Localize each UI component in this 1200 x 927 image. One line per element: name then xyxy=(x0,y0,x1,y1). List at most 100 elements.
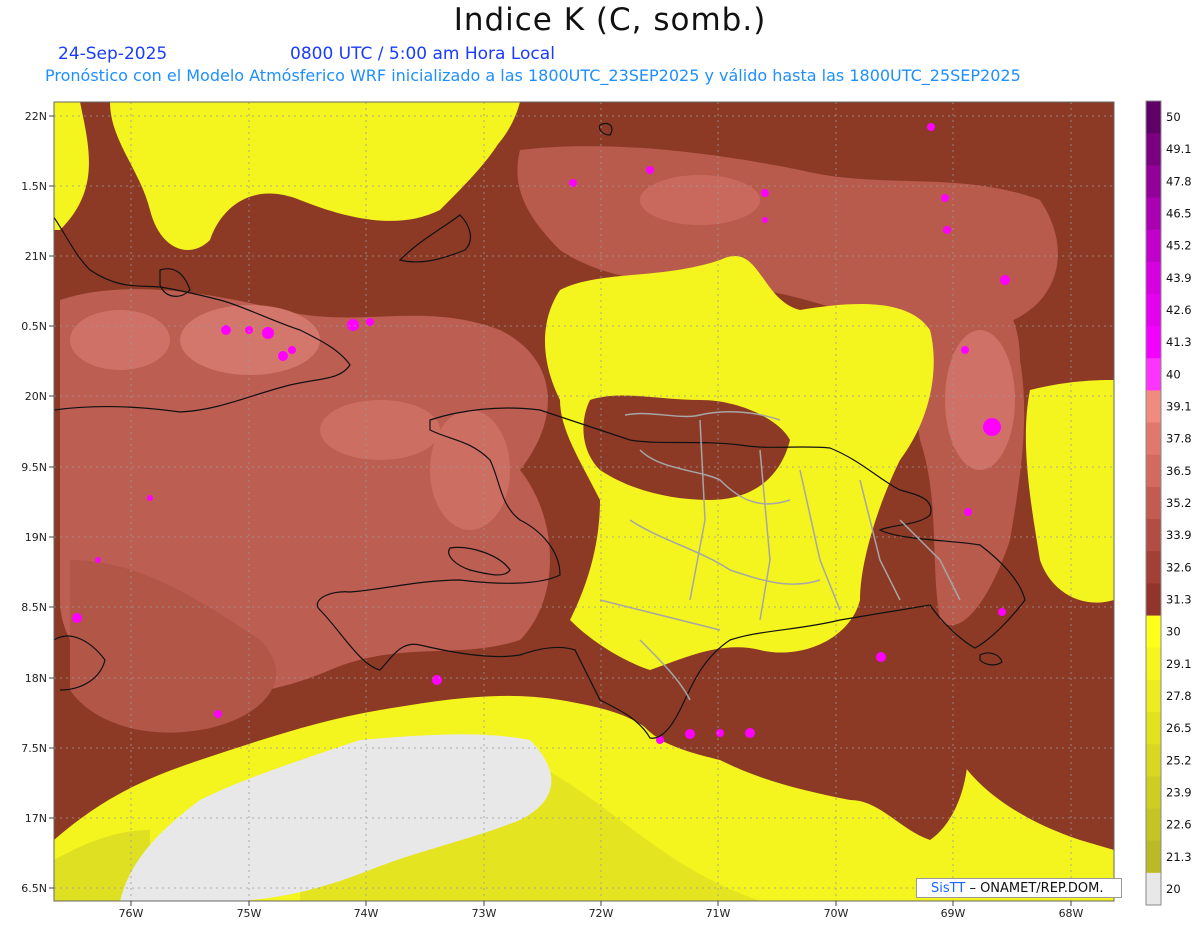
longitude-label: 72W xyxy=(589,907,614,920)
colorbar-swatch xyxy=(1146,519,1161,552)
colorbar-swatch xyxy=(1146,326,1161,359)
colorbar-label: 41.3 xyxy=(1166,335,1192,349)
high-k-cell xyxy=(745,728,755,738)
colorbar-swatch xyxy=(1146,197,1161,231)
colorbar-swatch xyxy=(1146,551,1161,584)
high-k-cell xyxy=(432,675,442,685)
high-k-cell xyxy=(347,319,359,331)
colorbar-swatch xyxy=(1146,229,1161,263)
colorbar-swatch xyxy=(1146,615,1161,649)
high-k-cell xyxy=(983,418,1001,436)
colorbar-label: 37.8 xyxy=(1166,432,1192,446)
colorbar-label: 49.1 xyxy=(1166,142,1192,156)
colorbar-label: 39.1 xyxy=(1166,400,1192,414)
colorbar-swatch xyxy=(1146,679,1161,713)
latitude-label: 17N xyxy=(25,812,47,825)
colorbar-label: 21.3 xyxy=(1166,850,1192,864)
high-k-cell xyxy=(927,123,935,131)
longitude-labels: 76W 75W 74W 73W 72W 71W 70W 69W 68W xyxy=(119,901,1084,920)
high-k-cell xyxy=(761,189,769,197)
colorbar: 50 49.1 47.8 46.5 45.2 43.9 42.6 41.3 40 39.1 37.8… xyxy=(1145,100,1192,906)
colorbar-swatch xyxy=(1146,261,1161,295)
colorbar-label: 22.6 xyxy=(1166,818,1192,832)
longitude-label: 68W xyxy=(1059,907,1084,920)
longitude-label: 75W xyxy=(237,907,262,920)
colorbar-swatch xyxy=(1146,133,1161,166)
colorbar-label: 29.1 xyxy=(1166,657,1192,671)
colorbar-swatch xyxy=(1146,872,1161,906)
pink-patch xyxy=(320,400,440,460)
pink-patch xyxy=(180,305,320,375)
map-field xyxy=(54,102,1114,901)
high-k-cell xyxy=(961,346,969,354)
colorbar-label: 20 xyxy=(1166,882,1181,896)
high-k-cell xyxy=(262,327,274,339)
high-k-cell xyxy=(964,508,972,516)
colorbar-label: 31.3 xyxy=(1166,592,1192,606)
high-k-cell xyxy=(288,346,296,354)
colorbar-label: 33.9 xyxy=(1166,528,1192,542)
colorbar-swatch xyxy=(1146,101,1161,134)
colorbar-swatch xyxy=(1146,486,1161,520)
high-k-cell xyxy=(876,652,886,662)
latitude-label: 6.5N xyxy=(21,882,47,895)
high-k-cell xyxy=(214,710,222,718)
high-k-cell xyxy=(762,217,768,223)
latitude-label: 9.5N xyxy=(21,461,47,474)
latitude-label: 18N xyxy=(25,672,47,685)
high-k-cell xyxy=(147,495,153,501)
credit-brand: SisTT xyxy=(931,881,966,896)
colorbar-swatch xyxy=(1146,422,1161,456)
pink-patch xyxy=(640,175,760,225)
high-k-cell xyxy=(72,613,82,623)
pink-patch xyxy=(70,310,170,370)
latitude-label: 21N xyxy=(25,250,47,263)
colorbar-swatch xyxy=(1146,358,1161,391)
colorbar-label: 40 xyxy=(1166,367,1181,381)
colorbar-label: 30 xyxy=(1166,625,1181,639)
colorbar-swatch xyxy=(1146,808,1161,842)
colorbar-swatch xyxy=(1146,165,1161,198)
credit-text: – ONAMET/REP.DOM. xyxy=(969,881,1104,896)
high-k-cell xyxy=(943,226,951,234)
credit-box: SisTT – ONAMET/REP.DOM. xyxy=(916,878,1122,898)
latitude-label: 0.5N xyxy=(21,320,47,333)
latitude-label: 19N xyxy=(25,531,47,544)
high-k-cell xyxy=(221,325,231,335)
colorbar-swatch xyxy=(1146,454,1161,488)
high-k-cell xyxy=(716,729,724,737)
latitude-label: 20N xyxy=(25,390,47,403)
colorbar-swatch xyxy=(1146,583,1161,617)
high-k-cell xyxy=(941,194,949,202)
high-k-cell xyxy=(646,166,654,174)
colorbar-label: 43.9 xyxy=(1166,271,1192,285)
colorbar-swatch xyxy=(1146,776,1161,810)
colorbar-label: 42.6 xyxy=(1166,303,1192,317)
longitude-label: 71W xyxy=(706,907,731,920)
high-k-cell xyxy=(366,318,374,326)
colorbar-label: 35.2 xyxy=(1166,496,1192,510)
high-k-cell xyxy=(685,729,695,739)
colorbar-swatch xyxy=(1146,647,1161,681)
colorbar-label: 45.2 xyxy=(1166,239,1192,253)
colorbar-swatch xyxy=(1146,744,1161,777)
latitude-label: 8.5N xyxy=(21,601,47,614)
colorbar-label: 46.5 xyxy=(1166,207,1192,221)
high-k-cell xyxy=(278,351,288,361)
longitude-label: 74W xyxy=(354,907,379,920)
high-k-cell xyxy=(95,557,101,563)
k-index-map: 22N 1.5N 21N 0.5N 20N 9.5N 19N 8.5N 18N 7.5N 17N 6.… xyxy=(21,100,1192,920)
longitude-label: 73W xyxy=(472,907,497,920)
longitude-label: 76W xyxy=(119,907,144,920)
colorbar-label: 25.2 xyxy=(1166,753,1192,767)
latitude-label: 1.5N xyxy=(21,180,47,193)
pink-patch xyxy=(945,330,1015,470)
high-k-cell xyxy=(1000,275,1010,285)
colorbar-swatch xyxy=(1146,712,1161,745)
colorbar-label: 27.8 xyxy=(1166,689,1192,703)
colorbar-label: 47.8 xyxy=(1166,174,1192,188)
longitude-label: 69W xyxy=(941,907,966,920)
colorbar-swatch xyxy=(1146,390,1161,424)
colorbar-label: 32.6 xyxy=(1166,560,1192,574)
colorbar-label: 23.9 xyxy=(1166,785,1192,799)
